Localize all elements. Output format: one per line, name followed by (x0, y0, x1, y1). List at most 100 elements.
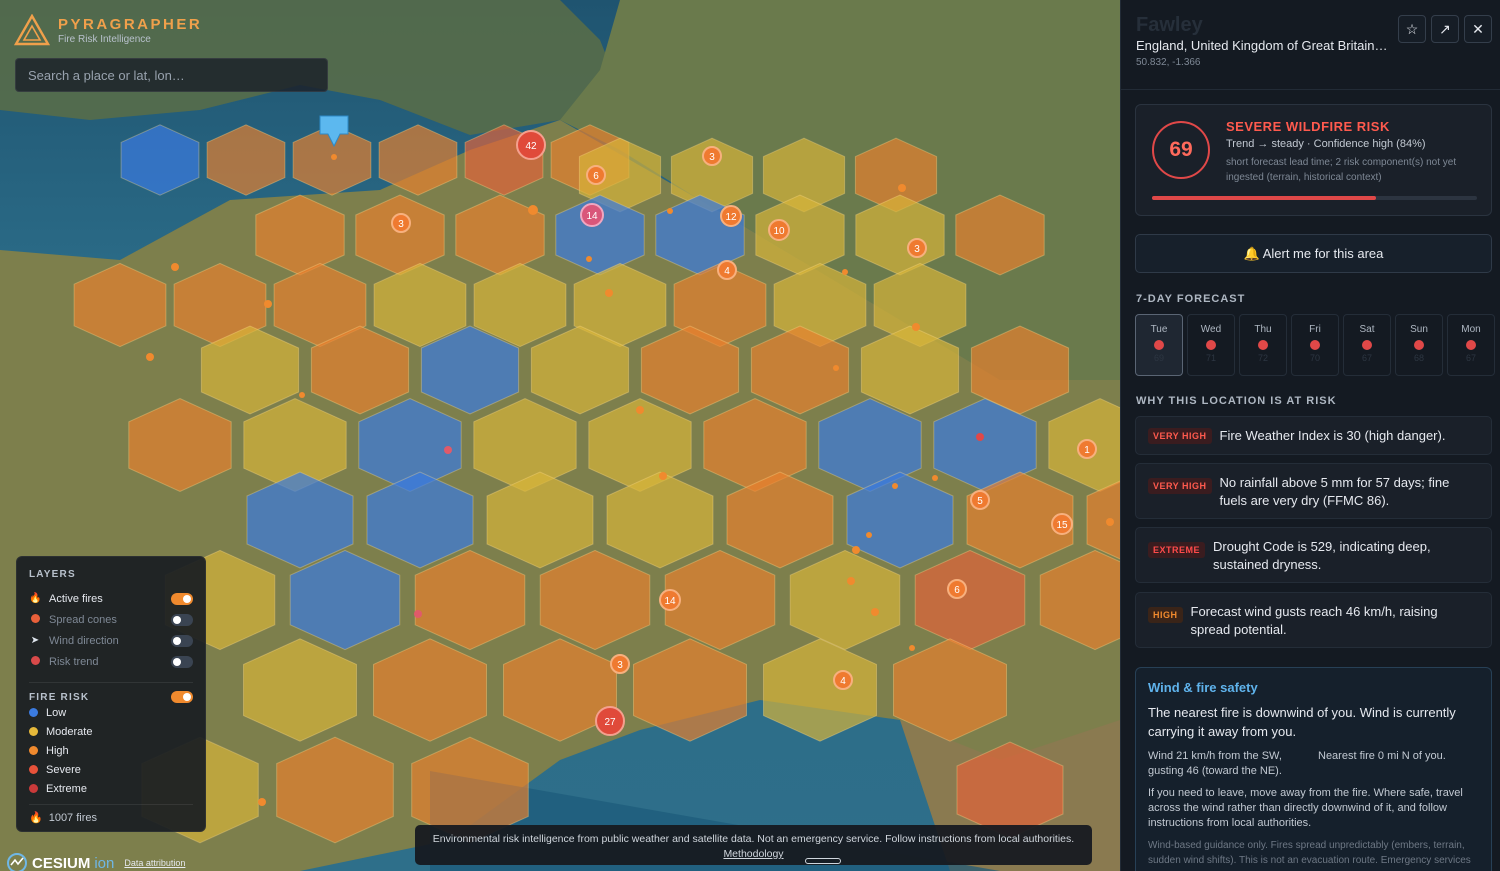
forecast-value: 67 (1361, 353, 1372, 363)
fires-count: 🔥 1007 fires (29, 804, 193, 824)
fire-icon: 🔥 (29, 812, 43, 824)
fire-cluster-marker[interactable]: 1 (1077, 439, 1097, 459)
fire-cluster-marker[interactable]: 4 (833, 670, 853, 690)
forecast-day[interactable]: Fri 70 (1291, 314, 1339, 376)
fire-icon: 🔥 (29, 593, 42, 604)
risk-dot-icon (1258, 340, 1268, 350)
spread-cones-toggle[interactable] (171, 613, 193, 626)
forecast-day-label: Fri (1309, 324, 1321, 335)
wind-direction-toggle[interactable] (171, 634, 193, 647)
severity-badge: VERY HIGH (1148, 478, 1212, 494)
fire-risk-toggle[interactable] (171, 691, 193, 703)
fire-cluster-marker[interactable]: 12 (720, 205, 742, 227)
trend-icon (29, 655, 41, 668)
forecast-day-label: Mon (1461, 324, 1481, 335)
cone-icon (29, 613, 41, 626)
forecast-value: 72 (1257, 353, 1268, 363)
svg-text:3: 3 (398, 219, 404, 230)
forecast-day[interactable]: Wed 71 (1187, 314, 1235, 376)
svg-text:14: 14 (586, 211, 598, 222)
svg-text:27: 27 (604, 717, 616, 728)
fire-point-markers[interactable] (146, 184, 1114, 806)
svg-text:6: 6 (954, 585, 960, 596)
forecast-day[interactable]: Tue 69 (1135, 314, 1183, 376)
risk-dot-icon (1154, 340, 1164, 350)
forecast-day-label: Sat (1359, 324, 1375, 335)
legend-swatch (29, 708, 38, 717)
fire-cluster-marker[interactable]: 5 (970, 490, 990, 510)
layer-wind-direction[interactable]: ➤ Wind direction (29, 630, 193, 651)
layer-active-fires[interactable]: 🔥 Active fires (29, 588, 193, 609)
svg-text:3: 3 (709, 152, 715, 163)
alert-button[interactable]: 🔔 Alert me for this area (1135, 234, 1492, 273)
forecast-day[interactable]: Sun 68 (1395, 314, 1443, 376)
svg-text:10: 10 (773, 226, 785, 237)
layer-label: Spread cones (49, 613, 117, 626)
forecast-day[interactable]: Mon 67 (1447, 314, 1495, 376)
why-title: WHY THIS LOCATION IS AT RISK (1136, 395, 1337, 407)
reason-text: Forecast wind gusts reach 46 km/h, raisi… (1190, 604, 1438, 637)
close-icon: ✕ (1472, 20, 1484, 37)
svg-text:4: 4 (724, 266, 730, 277)
risk-bar-fill (1152, 196, 1377, 200)
svg-text:1: 1 (1084, 445, 1090, 456)
risk-reason: VERY HIGH Fire Weather Index is 30 (high… (1135, 416, 1492, 455)
wind-disclaimer: Wind-based guidance only. Fires spread u… (1148, 840, 1471, 866)
fire-risk-title: FIRE RISK (29, 691, 90, 703)
risk-trend-toggle[interactable] (171, 655, 193, 668)
svg-text:3: 3 (617, 660, 623, 671)
fire-cluster-marker[interactable]: 27 (595, 706, 625, 736)
legend-high: High (29, 741, 193, 760)
close-button[interactable]: ✕ (1464, 15, 1492, 43)
forecast-value: 68 (1413, 353, 1424, 363)
legend-extreme: Extreme (29, 779, 193, 798)
layer-spread-cones[interactable]: Spread cones (29, 609, 193, 630)
fire-cluster-marker[interactable]: 10 (768, 219, 790, 241)
svg-text:15: 15 (1056, 520, 1068, 531)
fire-cluster-marker[interactable]: 14 (580, 203, 604, 227)
fire-cluster-marker[interactable]: 6 (586, 165, 606, 185)
place-coords: 50.832, -1.366 (1136, 57, 1201, 68)
risk-dot-icon (1310, 340, 1320, 350)
risk-dot-icon (1206, 340, 1216, 350)
forecast-day-label: Wed (1200, 324, 1222, 335)
fire-cluster-marker[interactable]: 6 (947, 579, 967, 599)
fire-cluster-marker[interactable]: 42 (516, 130, 546, 160)
disclaimer-text: Environmental risk intelligence from pub… (432, 833, 1075, 845)
forecast-day[interactable]: Thu 72 (1239, 314, 1287, 376)
severity-badge: VERY HIGH (1148, 427, 1212, 444)
search-input[interactable]: Search a place or lat, lon… (15, 58, 328, 92)
forecast-day[interactable]: Sat 67 (1343, 314, 1391, 376)
fire-cluster-marker[interactable]: 15 (1051, 513, 1073, 535)
methodology-link[interactable]: Methodology (415, 847, 1092, 862)
fire-cluster-marker[interactable]: 3 (391, 213, 411, 233)
panel-header: Fawley England, United Kingdom of Great … (1121, 0, 1500, 90)
fire-cluster-marker[interactable]: 4 (717, 260, 737, 280)
svg-text:6: 6 (593, 171, 599, 182)
svg-text:42: 42 (525, 141, 537, 152)
fires-count-label: 1007 fires (48, 811, 98, 824)
map-view[interactable]: 42 14 12 10 3 6 3 3 4 1 5 15 6 14 3 4 27 (0, 0, 1120, 871)
svg-text:3: 3 (914, 244, 920, 255)
fire-cluster-marker[interactable]: 3 (610, 654, 630, 674)
fire-cluster-marker[interactable]: 3 (702, 146, 722, 166)
fire-cluster-marker[interactable]: 14 (659, 589, 681, 611)
severity-badge: HIGH (1148, 607, 1183, 623)
wind-lead: The nearest fire is downwind of you. Win… (1148, 705, 1456, 739)
layer-risk-trend[interactable]: Risk trend (29, 651, 193, 672)
drag-handle[interactable] (805, 858, 841, 864)
forecast-value: 71 (1205, 353, 1216, 363)
risk-score: 69 (1152, 121, 1210, 179)
svg-text:5: 5 (977, 496, 983, 507)
forecast-title: 7-DAY FORECAST (1136, 293, 1246, 305)
layer-label: Active fires (49, 592, 103, 605)
active-fires-toggle[interactable] (171, 592, 193, 605)
selected-location-pin[interactable] (319, 115, 349, 160)
svg-text:14: 14 (664, 596, 676, 607)
data-attribution-link[interactable]: Data attribution (124, 858, 185, 868)
brand-tagline: Fire Risk Intelligence (58, 33, 151, 45)
fire-cluster-marker[interactable]: 3 (907, 238, 927, 258)
legend-label: Severe (46, 763, 81, 776)
expand-button[interactable]: ↗ (1431, 15, 1459, 43)
favorite-button[interactable]: ☆ (1398, 15, 1426, 43)
